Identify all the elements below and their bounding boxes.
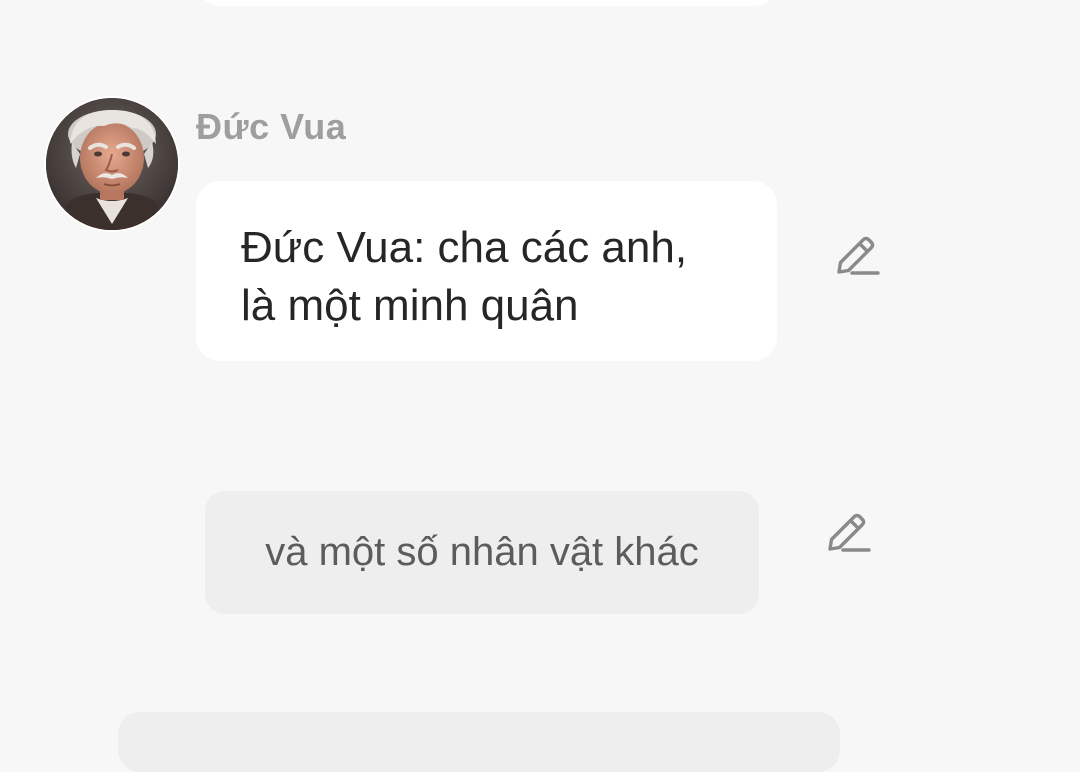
message-text-line-2: là một minh quân bbox=[241, 281, 579, 330]
message-text-line-1: Đức Vua: cha các anh, bbox=[241, 223, 688, 272]
message-text: Đức Vua: cha các anh, là một minh quân bbox=[241, 219, 733, 335]
pencil-edit-icon bbox=[828, 513, 871, 552]
next-message-bubble bbox=[118, 712, 840, 772]
old-man-portrait-icon bbox=[46, 98, 178, 230]
narration-bubble[interactable]: và một số nhân vật khác bbox=[205, 491, 759, 614]
sender-name: Đức Vua bbox=[196, 106, 347, 147]
avatar[interactable] bbox=[46, 98, 178, 230]
previous-message-bubble bbox=[198, 0, 776, 6]
pencil-edit-icon bbox=[837, 236, 880, 275]
message-bubble[interactable]: Đức Vua: cha các anh, là một minh quân bbox=[196, 181, 777, 361]
edit-narration-button[interactable] bbox=[821, 506, 873, 558]
edit-message-button[interactable] bbox=[830, 229, 882, 281]
narration-text: và một số nhân vật khác bbox=[265, 530, 699, 574]
